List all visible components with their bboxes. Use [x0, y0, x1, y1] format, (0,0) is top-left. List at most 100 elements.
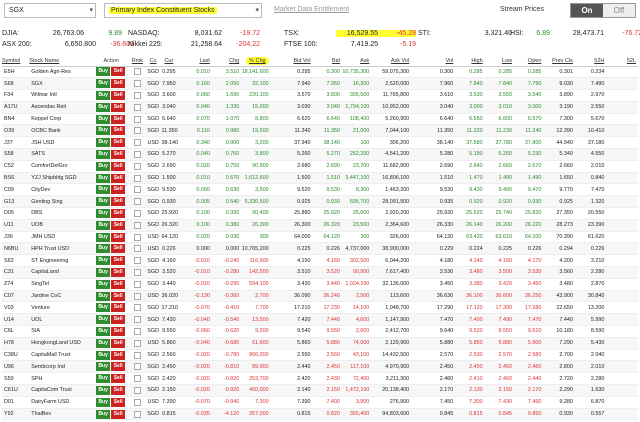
- column-header-high[interactable]: High: [455, 56, 485, 67]
- sell-button[interactable]: Sell: [111, 161, 126, 171]
- buy-button[interactable]: Buy: [96, 102, 111, 112]
- buy-button[interactable]: Buy: [96, 267, 111, 277]
- column-header-chg[interactable]: Chg: [211, 56, 242, 67]
- table-row[interactable]: C09 CityDev Buy Sell SGD 9.530 0.060 0.630 3,500…: [2, 183, 638, 197]
- table-row[interactable]: BS6 YZJ Shipbldg SGD Buy Sell SGD 1.500 0.010 0…: [2, 172, 638, 185]
- buy-button[interactable]: Buy: [96, 350, 111, 360]
- remark-checkbox[interactable]: [133, 162, 141, 170]
- table-row[interactable]: U96 Sembcorp Ind Buy Sell SGD 2.450 -0.020 -0.8…: [2, 360, 638, 374]
- buy-button[interactable]: Buy: [96, 197, 111, 207]
- column-header-52h[interactable]: 52H: [574, 56, 607, 67]
- table-row[interactable]: H78 HongkongLand USD Buy Sell USD 5.860 -0.040…: [2, 337, 638, 350]
- remark-checkbox[interactable]: [133, 174, 141, 182]
- sell-button[interactable]: Sell: [111, 185, 126, 195]
- remark-checkbox[interactable]: [133, 91, 141, 99]
- sell-button[interactable]: Sell: [111, 67, 126, 77]
- buy-button[interactable]: Buy: [96, 338, 111, 348]
- buy-button[interactable]: Buy: [96, 315, 111, 325]
- table-row[interactable]: J36 JMH USD Buy Sell USD 64.120 0.020 0.030 300 6…: [2, 231, 638, 244]
- sell-button[interactable]: Sell: [111, 362, 126, 372]
- sell-button[interactable]: Sell: [111, 350, 126, 360]
- column-header-bid[interactable]: Bid: [312, 56, 342, 67]
- column-header-ask[interactable]: Ask: [341, 56, 372, 67]
- table-row[interactable]: U14 UOL Buy Sell SGD 7.430 -0.040 -0.540 13,500 7…: [2, 313, 638, 327]
- sell-button[interactable]: Sell: [111, 409, 126, 419]
- stream-prices-toggle[interactable]: On Off: [570, 3, 636, 18]
- table-row[interactable]: F34 Wilmar Intl Buy Sell SGD 3.600 0.060 1.690 2…: [2, 89, 638, 102]
- sell-button[interactable]: Sell: [111, 385, 126, 395]
- column-header-cur[interactable]: Cur: [161, 56, 179, 67]
- sell-button[interactable]: Sell: [111, 244, 126, 254]
- sell-button[interactable]: Sell: [111, 315, 126, 325]
- column-header-ask-vol[interactable]: Ask Vol: [371, 56, 412, 67]
- remark-checkbox[interactable]: [133, 68, 141, 76]
- column-header-open[interactable]: Open: [514, 56, 544, 67]
- remark-checkbox[interactable]: [133, 139, 141, 147]
- column-header-low[interactable]: Low: [484, 56, 515, 67]
- sell-button[interactable]: Sell: [111, 303, 126, 313]
- column-header-cc[interactable]: Cc: [146, 56, 162, 67]
- remark-checkbox[interactable]: [133, 351, 141, 359]
- table-row[interactable]: V03 Venture Buy Sell SGD 17.210 -0.070 -0.410 7,…: [2, 301, 638, 315]
- buy-button[interactable]: Buy: [96, 244, 111, 254]
- sell-button[interactable]: Sell: [111, 90, 126, 100]
- remark-checkbox[interactable]: [133, 221, 141, 229]
- buy-button[interactable]: Buy: [96, 185, 111, 195]
- sell-button[interactable]: Sell: [111, 220, 126, 230]
- sell-button[interactable]: Sell: [111, 197, 126, 207]
- buy-button[interactable]: Buy: [96, 397, 111, 407]
- table-row[interactable]: Y92 ThaiBev Buy Sell SGD 0.815 -0.035 -4.120 357…: [2, 408, 638, 421]
- table-row[interactable]: S68 SGX Buy Sell SGD 7.950 0.160 2.050 32,100 7.9…: [2, 77, 638, 91]
- buy-button[interactable]: Buy: [96, 326, 111, 336]
- remark-checkbox[interactable]: [133, 127, 141, 135]
- sell-button[interactable]: Sell: [111, 291, 126, 301]
- sell-button[interactable]: Sell: [111, 279, 126, 289]
- buy-button[interactable]: Buy: [96, 79, 111, 89]
- sell-button[interactable]: Sell: [111, 338, 126, 348]
- table-row[interactable]: S58 SATS Buy Sell SGD 5.270 0.040 0.760 3,800 5.2…: [2, 148, 638, 161]
- sell-button[interactable]: Sell: [111, 256, 126, 266]
- column-header-symbol[interactable]: Symbol: [2, 56, 30, 67]
- column-header-bid-vol[interactable]: Bid Vol: [270, 56, 313, 67]
- table-row[interactable]: U11 UOB Buy Sell SGD 26.320 0.100 0.380 26,300 26…: [2, 219, 638, 232]
- remark-checkbox[interactable]: [133, 327, 141, 335]
- buy-button[interactable]: Buy: [96, 279, 111, 289]
- sell-button[interactable]: Sell: [111, 149, 126, 159]
- remark-checkbox[interactable]: [133, 375, 141, 383]
- buy-button[interactable]: Buy: [96, 114, 111, 124]
- remark-checkbox[interactable]: [133, 103, 141, 111]
- sell-button[interactable]: Sell: [111, 397, 126, 407]
- column-header-52l[interactable]: 52L: [606, 56, 638, 67]
- sell-button[interactable]: Sell: [111, 102, 126, 112]
- table-row[interactable]: C61U CapitaCom Trust Buy Sell SGD 2.150 -0.020…: [2, 384, 638, 397]
- table-row[interactable]: D01 DairyFarm USD Buy Sell USD 7.390 -0.070 -0.…: [2, 396, 638, 409]
- buy-button[interactable]: Buy: [96, 90, 111, 100]
- remark-checkbox[interactable]: [133, 233, 141, 241]
- table-row[interactable]: O39 OCBC Bank Buy Sell SGD 11.350 0.110 0.980 19…: [2, 124, 638, 138]
- buy-button[interactable]: Buy: [96, 256, 111, 266]
- table-row[interactable]: N6BU HPH Trust USD Buy Sell USD 0.226 0.000 0.0…: [2, 242, 638, 256]
- table-row[interactable]: G13 Genting Sing Buy Sell SGD 0.930 0.005 0.540…: [2, 195, 638, 209]
- sell-button[interactable]: Sell: [111, 114, 126, 124]
- buy-button[interactable]: Buy: [96, 409, 111, 419]
- table-row[interactable]: Z74 SingTel Buy Sell SGD 3.440 -0.010 -0.290 594…: [2, 278, 638, 291]
- column-header-vol[interactable]: Vol: [411, 56, 456, 67]
- table-row[interactable]: C52 ComfortDelGro Buy Sell SGD 2.690 0.020 0.75…: [2, 160, 638, 173]
- column-header--chg[interactable]: % Chg: [241, 56, 271, 67]
- remark-checkbox[interactable]: [133, 209, 141, 217]
- table-row[interactable]: A17U Ascendas Reit Buy Sell SGD 3.040 0.040 1.3…: [2, 101, 638, 114]
- remark-checkbox[interactable]: [133, 410, 141, 418]
- table-row[interactable]: D05 DBS Buy Sell SGD 25.920 0.100 0.390 90,400 25…: [2, 207, 638, 220]
- table-row[interactable]: C07 Jardine CoC Buy Sell USD 36.020 -0.130 -0.3…: [2, 290, 638, 303]
- index-select[interactable]: Primary Index Constituent Stocks ▾: [104, 3, 262, 18]
- column-header-prev-cls[interactable]: Prev Cls: [543, 56, 575, 67]
- buy-button[interactable]: Buy: [96, 161, 111, 171]
- buy-button[interactable]: Buy: [96, 291, 111, 301]
- buy-button[interactable]: Buy: [96, 138, 111, 148]
- table-row[interactable]: BN4 Keppel Corp Buy Sell SGD 6.640 0.070 1.070 8…: [2, 113, 638, 126]
- remark-checkbox[interactable]: [133, 280, 141, 288]
- remark-checkbox[interactable]: [133, 115, 141, 123]
- table-row[interactable]: C38U CapitaMall Trust Buy Sell SGD 2.560 -0.02…: [2, 349, 638, 362]
- remark-checkbox[interactable]: [133, 150, 141, 158]
- remark-checkbox[interactable]: [133, 398, 141, 406]
